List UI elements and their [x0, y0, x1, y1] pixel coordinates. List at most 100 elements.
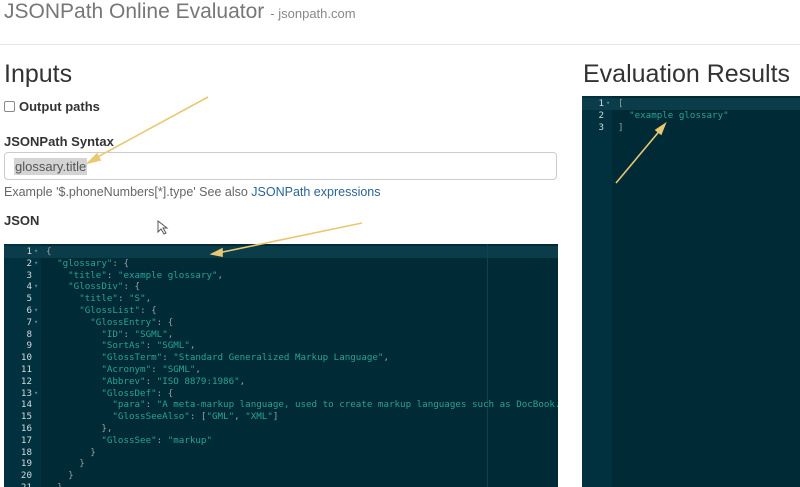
json-code: }: [79, 458, 85, 470]
result-code: "example glossary": [629, 109, 729, 121]
line-number: 6: [26, 304, 32, 316]
results-editor-lines[interactable]: 1 ▾[2 "example glossary" 3]: [582, 98, 800, 133]
json-code: "title": "S",: [79, 293, 152, 305]
fold-toggle-icon[interactable]: ▾: [606, 98, 610, 110]
json-code: "glossary": {: [57, 257, 130, 269]
line-number: 1: [26, 246, 32, 257]
json-line[interactable]: 4 ▾ "GlossDiv": {: [4, 281, 558, 293]
page-subtitle: - jsonpath.com: [270, 6, 356, 21]
header-divider: [0, 44, 800, 45]
mouse-pointer-icon: [157, 220, 169, 235]
page-title: JSONPath Online Evaluator: [4, 0, 265, 23]
json-code: "Abbrev": "ISO 8879:1986",: [101, 375, 246, 387]
jsonpath-input[interactable]: glossary.title: [4, 152, 557, 180]
json-line[interactable]: 1 ▾ {: [4, 246, 558, 258]
jsonpath-input-value[interactable]: glossary.title: [14, 157, 88, 175]
json-code: "Acronym": "SGML",: [101, 363, 201, 375]
json-line[interactable]: 11 "Acronym": "SGML",: [4, 364, 558, 376]
line-number: 15: [20, 411, 32, 423]
json-code: "para": "A meta-markup language, used to…: [112, 399, 558, 411]
json-editor[interactable]: 1 ▾{2 ▾ "glossary": {3 "title": "example g…: [4, 244, 558, 487]
json-line[interactable]: 15 "GlossSeeAlso": ["GML", "XML"]: [4, 411, 558, 423]
json-code: "GlossSeeAlso": ["GML", "XML"]: [112, 411, 279, 423]
json-code: "GlossDiv": {: [68, 281, 141, 293]
fold-toggle-icon[interactable]: ▾: [34, 258, 38, 270]
json-line[interactable]: 12 "Abbrev": "ISO 8879:1986",: [4, 376, 558, 388]
json-line[interactable]: 5 "title": "S",: [4, 293, 558, 305]
json-line[interactable]: 13 ▾ "GlossDef": {: [4, 388, 558, 400]
fold-toggle-icon[interactable]: ▾: [34, 305, 38, 317]
fold-toggle-icon[interactable]: ▾: [34, 281, 38, 293]
jsonpath-syntax-label: JSONPath Syntax: [4, 134, 114, 149]
json-line[interactable]: 18 }: [4, 447, 558, 459]
line-number: 14: [20, 399, 32, 411]
result-code: ]: [618, 121, 624, 133]
json-line[interactable]: 8 "ID": "SGML",: [4, 329, 558, 341]
json-line[interactable]: 7 ▾ "GlossEntry": {: [4, 317, 558, 329]
line-number: 8: [26, 328, 32, 340]
line-number: 5: [26, 293, 32, 305]
line-number: 16: [20, 422, 32, 434]
json-line[interactable]: 6 ▾ "GlossList": {: [4, 305, 558, 317]
line-number: 12: [20, 375, 32, 387]
line-number: 11: [20, 363, 32, 375]
result-code: [: [618, 98, 624, 109]
json-code: "SortAs": "SGML",: [101, 340, 196, 352]
json-code: "GlossSee": "markup": [101, 434, 212, 446]
line-number: 17: [20, 434, 32, 446]
fold-toggle-icon[interactable]: ▾: [34, 317, 38, 329]
json-line[interactable]: 16 },: [4, 423, 558, 435]
json-code: "title": "example glossary",: [68, 269, 224, 281]
line-number: 1: [598, 98, 604, 109]
json-code: "GlossDef": {: [101, 387, 174, 399]
results-editor-gutter: [582, 96, 612, 487]
example-text: Example '$.phoneNumbers[*].type' See als…: [4, 185, 252, 199]
result-line[interactable]: 2 "example glossary": [582, 110, 800, 122]
line-number: 4: [26, 281, 32, 293]
json-line[interactable]: 3 "title": "example glossary",: [4, 270, 558, 282]
results-heading: Evaluation Results: [583, 60, 791, 88]
json-line[interactable]: 19 }: [4, 458, 558, 470]
json-editor-lines[interactable]: 1 ▾{2 ▾ "glossary": {3 "title": "example g…: [4, 246, 558, 487]
example-hint: Example '$.phoneNumbers[*].type' See als…: [4, 185, 381, 199]
line-number: 2: [26, 257, 32, 269]
jsonpath-expressions-link[interactable]: JSONPath expressions: [251, 185, 380, 199]
results-editor[interactable]: 1 ▾[2 "example glossary" 3]: [582, 96, 800, 487]
json-code: "GlossTerm": "Standard Generalized Marku…: [101, 352, 390, 364]
json-line[interactable]: 20 }: [4, 470, 558, 482]
result-line[interactable]: 1 ▾ [: [582, 98, 800, 110]
line-number: 9: [26, 340, 32, 352]
result-line[interactable]: 3]: [582, 122, 800, 134]
json-code: {: [46, 246, 52, 257]
line-number: 3: [26, 269, 32, 281]
line-number: 21: [4, 482, 32, 487]
json-line[interactable]: 17 "GlossSee": "markup": [4, 435, 558, 447]
line-number: 7: [26, 316, 32, 328]
inputs-heading: Inputs: [4, 60, 73, 88]
line-number: 2: [598, 109, 604, 121]
page-header: JSONPath Online Evaluator - jsonpath.com: [4, 0, 356, 34]
fold-toggle-icon[interactable]: ▾: [34, 388, 38, 400]
json-code: }: [68, 470, 74, 482]
json-line[interactable]: 9 "SortAs": "SGML",: [4, 340, 558, 352]
line-number: 13: [20, 387, 32, 399]
json-line[interactable]: 10 "GlossTerm": "Standard Generalized Ma…: [4, 352, 558, 364]
fold-toggle-icon[interactable]: ▾: [34, 246, 38, 258]
output-paths-option[interactable]: Output paths: [4, 99, 100, 114]
json-code: }: [90, 446, 96, 458]
json-label: JSON: [4, 213, 40, 228]
json-code: }: [46, 482, 63, 487]
output-paths-label[interactable]: Output paths: [19, 99, 100, 114]
line-number: 18: [20, 446, 32, 458]
line-number: 20: [20, 470, 32, 482]
output-paths-checkbox[interactable]: [4, 101, 15, 112]
json-line[interactable]: 21 }: [4, 482, 558, 487]
json-code: "GlossEntry": {: [90, 316, 174, 328]
line-number: 3: [598, 121, 604, 133]
json-line[interactable]: 2 ▾ "glossary": {: [4, 258, 558, 270]
json-code: "GlossList": {: [79, 304, 157, 316]
arrow-to-syntax: [91, 96, 209, 161]
json-line[interactable]: 14 "para": "A meta-markup language, used…: [4, 399, 558, 411]
line-number: 19: [20, 458, 32, 470]
json-code: "ID": "SGML",: [101, 328, 174, 340]
